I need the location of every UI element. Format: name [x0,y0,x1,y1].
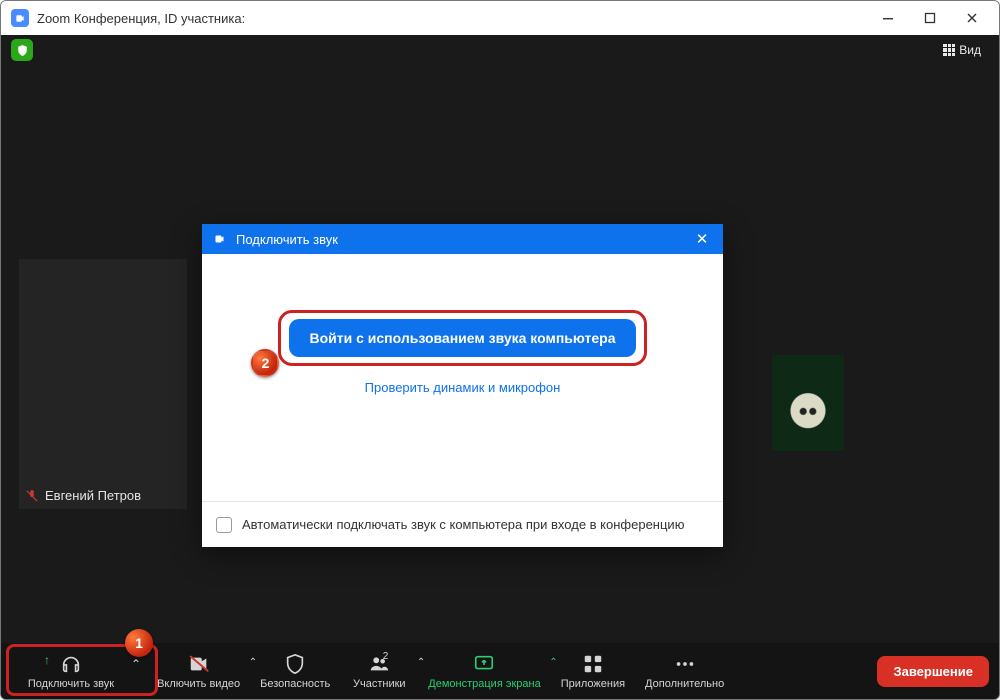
headphones-icon: ↑ [60,653,82,675]
annotation-step-1-badge: 1 [125,629,153,657]
participants-button[interactable]: 2 Участники ⌃ [340,644,418,698]
auto-connect-checkbox[interactable] [216,517,232,533]
share-screen-label: Демонстрация экрана [428,678,540,690]
annotation-highlight-2: Войти с использованием звука компьютера … [278,310,646,366]
window-close-button[interactable] [951,3,993,33]
start-video-button[interactable]: Включить видео ⌃ [147,644,250,698]
dialog-footer: Автоматически подключать звук с компьюте… [202,501,723,547]
test-speaker-mic-link[interactable]: Проверить динамик и микрофон [365,380,561,395]
security-button[interactable]: Безопасность [250,644,340,698]
security-label: Безопасность [260,678,330,690]
audio-options-chevron[interactable]: ⌃ [131,657,147,685]
participants-count-badge: 2 [383,651,389,662]
stage-topbar: Вид [1,35,999,65]
apps-icon [582,653,604,675]
dialog-titlebar: Подключить звук ✕ [202,224,723,254]
mic-muted-icon [25,489,39,503]
view-label: Вид [959,43,981,57]
meeting-stage: Вид Евгений Петров Подключить звук ✕ [1,35,999,699]
participants-label: Участники [353,678,406,690]
share-screen-icon [473,653,495,675]
zoom-app-icon [11,9,29,27]
participant-name-label: Евгений Петров [25,488,141,503]
share-screen-button[interactable]: Демонстрация экрана ⌃ [418,644,550,698]
window-title: Zoom Конференция, ID участника: [37,11,245,26]
dialog-body: Войти с использованием звука компьютера … [202,254,723,501]
shield-icon [284,653,306,675]
participants-icon: 2 [368,653,390,675]
audio-up-arrow-icon: ↑ [44,653,50,667]
dialog-title-text: Подключить звук [236,232,338,247]
more-button[interactable]: Дополнительно [635,644,734,698]
view-button[interactable]: Вид [935,39,989,61]
auto-connect-label: Автоматически подключать звук с компьюте… [242,517,684,532]
more-icon [674,653,696,675]
start-video-label: Включить видео [157,678,240,690]
connect-audio-label: Подключить звук [28,678,114,690]
window-maximize-button[interactable] [909,3,951,33]
app-window: Zoom Конференция, ID участника: Вид Евге… [0,0,1000,700]
apps-button[interactable]: Приложения [551,644,635,698]
zoom-dialog-icon [212,231,228,247]
encryption-shield-icon[interactable] [11,39,33,61]
grid-icon [943,44,955,56]
connect-audio-dialog: Подключить звук ✕ Войти с использованием… [202,224,723,547]
participant-tile-self[interactable]: Евгений Петров [19,259,187,509]
more-label: Дополнительно [645,678,724,690]
titlebar: Zoom Конференция, ID участника: [1,1,999,35]
camera-icon [188,653,210,675]
annotation-step-2-badge: 2 [251,349,279,377]
end-meeting-button[interactable]: Завершение [877,656,989,687]
connect-audio-button[interactable]: ↑ Подключить звук [11,644,131,698]
window-minimize-button[interactable] [867,3,909,33]
apps-label: Приложения [561,678,625,690]
join-computer-audio-button[interactable]: Войти с использованием звука компьютера [289,319,635,357]
meeting-toolbar: ↑ Подключить звук ⌃ Включить видео ⌃ Без… [1,643,999,699]
participant-tile-remote[interactable] [772,355,844,451]
dialog-close-button[interactable]: ✕ [687,224,717,254]
